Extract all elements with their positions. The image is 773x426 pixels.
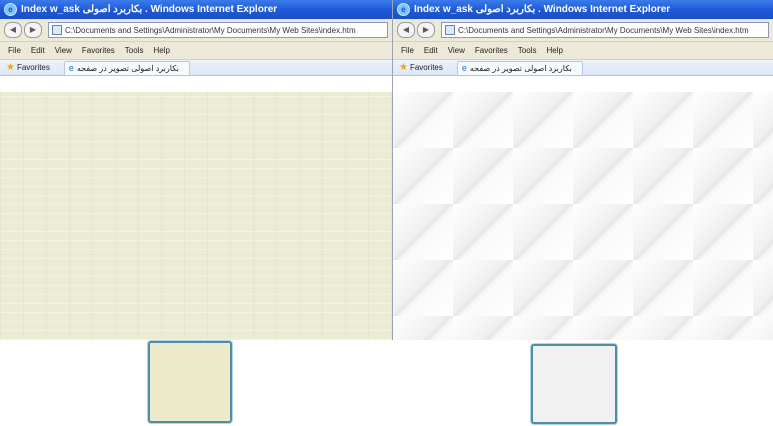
browser-window-left: e Index w_ask بکاربرد اصولی . Windows In… [0,0,393,340]
address-bar: ◀ ▶ C:\Documents and Settings\Administra… [0,19,392,42]
favorites-bar: ★ Favorites e بکاربرد اصولی تصویر در صفح… [0,60,392,76]
nav-buttons: ◀ ▶ [4,22,42,38]
page-icon [445,25,455,35]
address-bar: ◀ ▶ C:\Documents and Settings\Administra… [393,19,773,42]
menu-view[interactable]: View [448,46,465,55]
menu-bar: File Edit View Favorites Tools Help [0,42,392,60]
title-bar: e Index w_ask بکاربرد اصولی . Windows In… [0,0,392,19]
address-text: C:\Documents and Settings\Administrator\… [458,25,749,35]
menu-file[interactable]: File [401,46,414,55]
page-content-textured [0,92,392,340]
page-tab[interactable]: e بکاربرد اصولی تصویر در صفحه [456,60,583,75]
favorites-button[interactable]: Favorites [17,63,50,72]
forward-arrow-icon[interactable]: ▶ [417,22,435,38]
menu-help[interactable]: Help [153,46,169,55]
menu-file[interactable]: File [8,46,21,55]
tab-label: بکاربرد اصولی تصویر در صفحه [76,63,179,73]
tab-label: بکاربرد اصولی تصویر در صفحه [469,63,572,73]
address-field[interactable]: C:\Documents and Settings\Administrator\… [441,22,769,38]
address-field[interactable]: C:\Documents and Settings\Administrator\… [48,22,388,38]
menu-view[interactable]: View [55,46,72,55]
ie-icon: e [68,63,74,73]
menu-bar: File Edit View Favorites Tools Help [393,42,773,60]
address-text: C:\Documents and Settings\Administrator\… [65,25,356,35]
page-content-tiled [393,92,773,340]
menu-favorites[interactable]: Favorites [82,46,115,55]
ie-icon: e [397,3,410,16]
nav-buttons: ◀ ▶ [397,22,435,38]
page-tab[interactable]: e بکاربرد اصولی تصویر در صفحه [63,60,190,75]
menu-tools[interactable]: Tools [518,46,537,55]
menu-help[interactable]: Help [546,46,562,55]
ie-icon: e [461,63,467,73]
back-arrow-icon[interactable]: ◀ [4,22,22,38]
back-arrow-icon[interactable]: ◀ [397,22,415,38]
page-icon [52,25,62,35]
favorites-bar: ★ Favorites e بکاربرد اصولی تصویر در صفح… [393,60,773,76]
texture-swatch-left [148,341,232,423]
window-title: Index w_ask بکاربرد اصولی . Windows Inte… [414,4,671,15]
window-title: Index w_ask بکاربرد اصولی . Windows Inte… [21,4,278,15]
menu-edit[interactable]: Edit [424,46,438,55]
favorites-button[interactable]: Favorites [410,63,443,72]
menu-favorites[interactable]: Favorites [475,46,508,55]
title-bar: e Index w_ask بکاربرد اصولی . Windows In… [393,0,773,19]
forward-arrow-icon[interactable]: ▶ [24,22,42,38]
menu-edit[interactable]: Edit [31,46,45,55]
star-icon: ★ [399,62,408,73]
ie-icon: e [4,3,17,16]
browser-window-right: e Index w_ask بکاربرد اصولی . Windows In… [393,0,773,340]
star-icon: ★ [6,62,15,73]
texture-swatch-right [531,344,617,424]
menu-tools[interactable]: Tools [125,46,144,55]
